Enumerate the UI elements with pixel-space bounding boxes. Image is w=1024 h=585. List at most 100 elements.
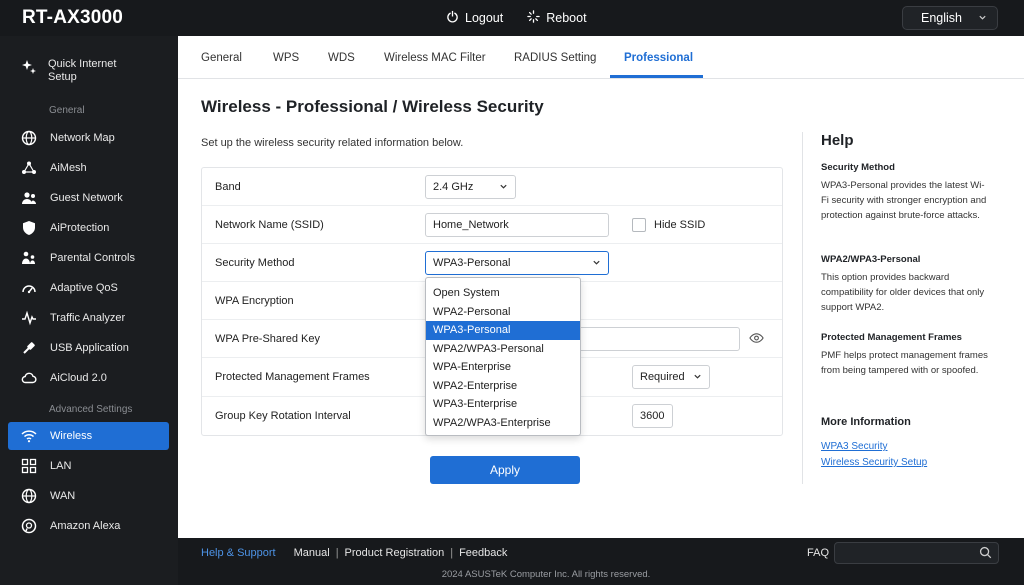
dropdown-option[interactable]: WPA2-Personal [426, 303, 580, 322]
sidebar: Quick Internet Setup General Network Map… [0, 36, 178, 538]
sidebar-item-aimesh[interactable]: AiMesh [8, 154, 169, 182]
copyright: 2024 ASUSTeK Computer Inc. All rights re… [441, 569, 651, 580]
shield-icon [20, 219, 38, 237]
tab-radius-setting[interactable]: RADIUS Setting [514, 52, 596, 64]
sparkle-icon [20, 58, 38, 76]
sidebar-item-label: AiProtection [50, 222, 110, 234]
wifi-icon [20, 427, 38, 445]
search-icon[interactable] [979, 546, 992, 562]
eye-icon[interactable] [749, 332, 764, 347]
quick-internet-setup-label: Quick Internet Setup [48, 58, 117, 83]
footer: Help & Support Manual | Product Registra… [178, 538, 1024, 585]
main-content: General WPS WDS Wireless MAC Filter RADI… [178, 36, 1024, 538]
sidebar-item-label: Wireless [50, 430, 93, 442]
tab-bar: General WPS WDS Wireless MAC Filter RADI… [178, 36, 1024, 79]
pmf-select[interactable]: Required [632, 365, 710, 389]
usb-icon [20, 339, 38, 357]
dropdown-option[interactable]: WPA2/WPA3-Enterprise [426, 414, 580, 433]
help-heading: Security Method [821, 162, 895, 173]
help-heading: WPA2/WPA3-Personal [821, 254, 921, 265]
hide-ssid-checkbox[interactable] [632, 218, 646, 232]
help-body: This option provides backward compatibil… [821, 272, 985, 313]
band-label: Band [215, 181, 241, 193]
language-select[interactable]: English [902, 6, 998, 30]
ssid-value: Home_Network [433, 219, 509, 231]
top-bar: RT-AX3000 Logout Reboot English [0, 0, 1024, 36]
group-key-rotation-input[interactable]: 3600 [632, 404, 673, 428]
help-support-link[interactable]: Help & Support [201, 547, 276, 559]
sidebar-item-traffic-analyzer[interactable]: Traffic Analyzer [8, 304, 169, 332]
faq-link[interactable]: FAQ [807, 547, 829, 559]
reboot-button[interactable]: Reboot [527, 10, 587, 26]
sidebar-item-label: AiMesh [50, 162, 87, 174]
analyzer-icon [20, 309, 38, 327]
page-subtitle: Set up the wireless security related inf… [201, 137, 464, 149]
link-wireless-security-setup[interactable]: Wireless Security Setup [821, 455, 991, 471]
tab-wps[interactable]: WPS [273, 52, 299, 64]
sidebar-item-label: Network Map [50, 132, 115, 144]
sidebar-item-amazon-alexa[interactable]: Amazon Alexa [8, 512, 169, 540]
logout-icon [446, 10, 459, 26]
dropdown-option[interactable]: Open System [426, 284, 580, 303]
feedback-link[interactable]: Feedback [459, 547, 507, 559]
tab-professional[interactable]: Professional [624, 52, 693, 64]
band-value: 2.4 GHz [433, 181, 474, 193]
sidebar-item-label: LAN [50, 460, 72, 472]
tab-wireless-mac-filter[interactable]: Wireless MAC Filter [384, 52, 486, 64]
hide-ssid-label: Hide SSID [654, 219, 706, 231]
sidebar-item-wireless[interactable]: Wireless [8, 422, 169, 450]
security-method-value: WPA3-Personal [433, 257, 511, 269]
dropdown-option[interactable]: WPA2-Enterprise [426, 377, 580, 396]
sidebar-item-label: AiCloud 2.0 [50, 372, 107, 384]
apply-button[interactable]: Apply [430, 456, 580, 484]
group-key-rotation-label: Group Key Rotation Interval [215, 410, 351, 422]
tab-wds[interactable]: WDS [328, 52, 355, 64]
sidebar-item-aiprotection[interactable]: AiProtection [8, 214, 169, 242]
sidebar-item-lan[interactable]: LAN [8, 452, 169, 480]
band-select[interactable]: 2.4 GHz [425, 175, 516, 199]
help-body: WPA3-Personal provides the latest Wi-Fi … [821, 180, 987, 221]
logout-button[interactable]: Logout [446, 10, 503, 26]
reboot-label: Reboot [546, 11, 587, 25]
footer-spacer [282, 547, 288, 559]
sidebar-item-network-map[interactable]: Network Map [8, 124, 169, 152]
help-more-information: More Information WPA3 Security Wireless … [821, 416, 991, 471]
footer-links: Help & Support Manual | Product Registra… [201, 547, 507, 559]
section-advanced-settings: Advanced Settings [49, 404, 133, 415]
help-panel: Help Security Method WPA3-Personal provi… [802, 132, 1008, 484]
row-ssid: Network Name (SSID) Home_Network Hide SS… [202, 206, 782, 244]
sidebar-item-parental-controls[interactable]: Parental Controls [8, 244, 169, 272]
manual-link[interactable]: Manual [294, 547, 330, 559]
product-registration-link[interactable]: Product Registration [345, 547, 445, 559]
sidebar-item-label: Guest Network [50, 192, 123, 204]
pmf-label: Protected Management Frames [215, 371, 370, 383]
sidebar-item-aicloud[interactable]: AiCloud 2.0 [8, 364, 169, 392]
quick-internet-setup[interactable]: Quick Internet Setup [20, 58, 148, 84]
dropdown-option[interactable]: WPA2/WPA3-Personal [426, 340, 580, 359]
faq-search-input[interactable] [834, 542, 999, 564]
ssid-input[interactable]: Home_Network [425, 213, 609, 237]
page-title: Wireless - Professional / Wireless Secur… [201, 97, 544, 116]
language-value: English [921, 11, 962, 25]
active-tab-indicator [610, 75, 703, 78]
top-actions: Logout Reboot [446, 10, 587, 26]
dropdown-option-selected[interactable]: WPA3-Personal [426, 321, 580, 340]
dropdown-option[interactable]: WPA3-Enterprise [426, 395, 580, 414]
alexa-icon [20, 517, 38, 535]
security-method-select[interactable]: WPA3-Personal [425, 251, 609, 275]
sidebar-item-usb-application[interactable]: USB Application [8, 334, 169, 362]
sidebar-item-label: WAN [50, 490, 76, 502]
sidebar-item-guest-network[interactable]: Guest Network [8, 184, 169, 212]
sidebar-item-adaptive-qos[interactable]: Adaptive QoS [8, 274, 169, 302]
sidebar-item-wan[interactable]: WAN [8, 482, 169, 510]
guest-network-icon [20, 189, 38, 207]
lan-icon [20, 457, 38, 475]
pmf-value: Required [640, 371, 685, 383]
logout-label: Logout [465, 11, 504, 25]
tab-general[interactable]: General [201, 52, 242, 64]
section-general: General [49, 105, 85, 116]
gauge-icon [20, 279, 38, 297]
psk-label: WPA Pre-Shared Key [215, 333, 320, 345]
link-wpa3-security[interactable]: WPA3 Security [821, 439, 991, 455]
dropdown-option[interactable]: WPA-Enterprise [426, 358, 580, 377]
